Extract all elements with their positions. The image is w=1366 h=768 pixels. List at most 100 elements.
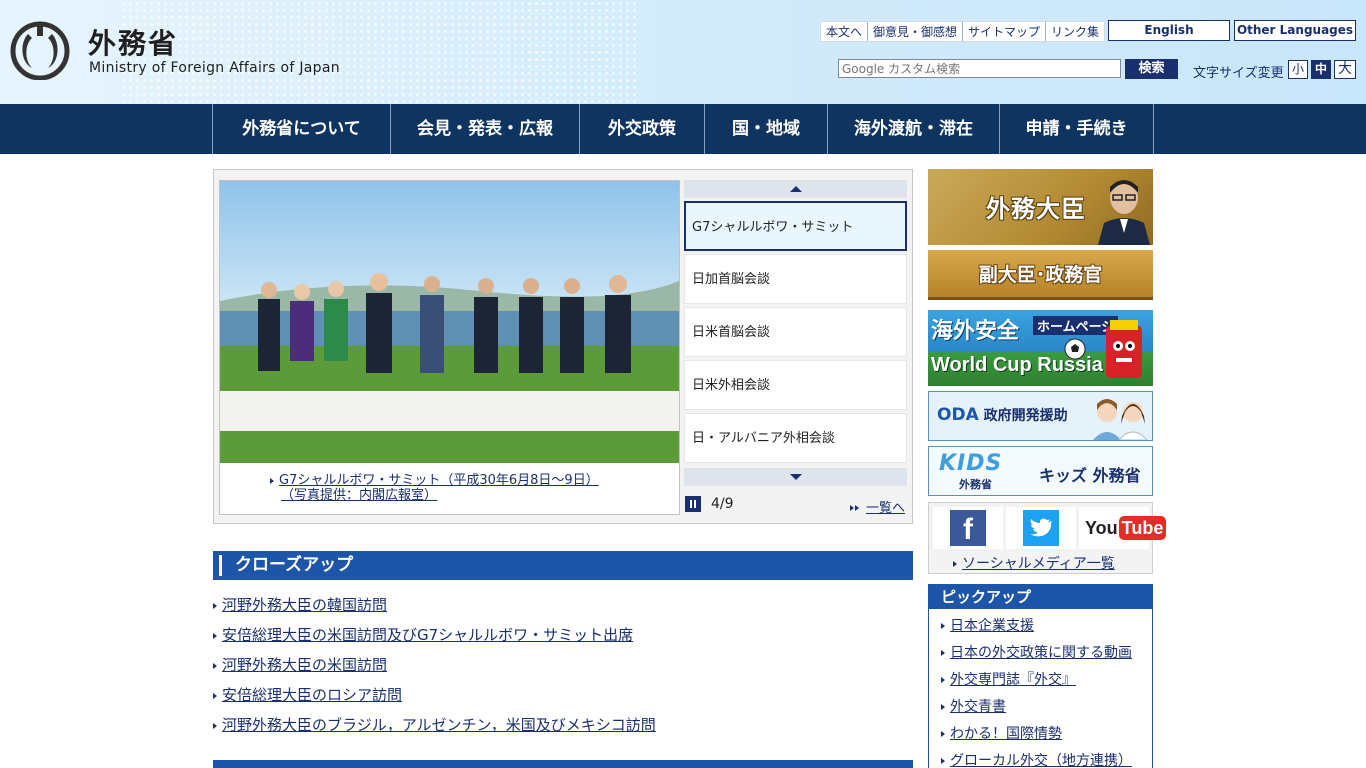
closeup-link[interactable]: 河野外務大臣の韓国訪問 [222, 596, 387, 614]
safety-banner-title: 海外安全 [931, 319, 1020, 344]
pickup-link[interactable]: 日本の外交政策に関する動画 [950, 645, 1132, 661]
nav-item-region[interactable]: 国・地域 [705, 104, 828, 154]
carousel-down-arrow-icon[interactable] [684, 468, 907, 486]
global-nav-items: 外務省について 会見・発表・広報 外交政策 国・地域 海外渡航・滞在 申請・手続… [212, 104, 1154, 154]
font-size-medium-button[interactable]: 中 [1311, 60, 1331, 79]
font-size-large-button[interactable]: 大 [1334, 60, 1356, 79]
facebook-link[interactable]: f [933, 507, 1003, 549]
pickup-link[interactable]: 外交専門誌『外交』 [950, 672, 1076, 688]
world-map-decoration [120, 0, 640, 104]
carousel-counter: 4/9 [711, 496, 734, 512]
logo-title[interactable]: 外務省 [88, 22, 178, 62]
bullet-arrow-icon [941, 650, 945, 656]
closeup-link[interactable]: 河野外務大臣のブラジル，アルゼンチン，米国及びメキシコ訪問 [222, 716, 656, 734]
feedback-link[interactable]: 御意見・御感想 [868, 22, 964, 41]
logo-subtitle[interactable]: Ministry of Foreign Affairs of Japan [89, 60, 340, 76]
mofa-emblem-icon[interactable] [10, 20, 70, 80]
carousel-item[interactable]: 日・アルバニア外相会談 [684, 413, 907, 463]
pickup-link[interactable]: わかる！国際情勢 [950, 726, 1062, 742]
social-media-box: f You Tube ソーシャルメディア一覧 [928, 502, 1167, 574]
photo-caption-title[interactable]: G7シャルルボワ・サミット（平成30年6月8日～9日） [279, 473, 599, 488]
twitter-icon [1023, 510, 1059, 546]
carousel-item[interactable]: G7シャルルボワ・サミット [684, 201, 907, 251]
list-item[interactable]: 日本企業支援 [941, 617, 1152, 644]
carousel-photo-panel: G7シャルルボワ・サミット（平成30年6月8日～9日） （写真提供：内閣広報室） [219, 180, 680, 515]
closeup-heading: クローズアップ [213, 551, 913, 580]
pickup-link[interactable]: 外交青書 [950, 699, 1006, 715]
nav-item-application[interactable]: 申請・手続き [1000, 104, 1154, 154]
minister-banner[interactable]: 外務大臣 [928, 169, 1153, 245]
nav-item-about[interactable]: 外務省について [213, 104, 391, 154]
sitemap-link[interactable]: サイトマップ [963, 22, 1047, 41]
other-languages-button[interactable]: Other Languages [1234, 20, 1356, 41]
search-input[interactable] [838, 59, 1121, 78]
bullet-arrow-icon [941, 704, 945, 710]
g7-summit-photo[interactable] [220, 181, 679, 463]
news-carousel: G7シャルルボワ・サミット（平成30年6月8日～9日） （写真提供：内閣広報室）… [213, 169, 913, 524]
nav-item-travel[interactable]: 海外渡航・滞在 [828, 104, 1000, 154]
bullet-arrow-icon [213, 662, 217, 669]
carousel-list-link[interactable]: 一覧へ [849, 497, 905, 516]
list-item[interactable]: 河野外務大臣の韓国訪問 [213, 594, 913, 624]
list-item[interactable]: わかる！国際情勢 [941, 725, 1152, 752]
twitter-link[interactable] [1006, 507, 1076, 549]
youtube-link[interactable]: You Tube [1079, 507, 1167, 549]
skip-to-content-link[interactable]: 本文へ [821, 22, 869, 41]
list-item[interactable]: 河野外務大臣の米国訪問 [213, 654, 913, 684]
minister-portrait-icon [1098, 180, 1150, 245]
utility-links: 本文へ 御意見・御感想 サイトマップ リンク集 [820, 21, 1106, 42]
carousel-list-link-label[interactable]: 一覧へ [866, 501, 905, 516]
next-section-heading [213, 760, 913, 768]
mascot-icon [1106, 320, 1142, 378]
carousel-up-arrow-icon[interactable] [684, 180, 907, 198]
nav-item-press[interactable]: 会見・発表・広報 [391, 104, 580, 154]
oda-banner-label: 政府開発援助 [983, 408, 1068, 424]
pause-icon[interactable] [685, 496, 701, 512]
kids-logo-sub: 外務省 [959, 478, 992, 491]
list-item[interactable]: 外交専門誌『外交』 [941, 671, 1152, 698]
font-size-small-button[interactable]: 小 [1288, 60, 1308, 79]
photo-caption-credit[interactable]: （写真提供：内閣広報室） [270, 488, 670, 503]
english-button[interactable]: English [1108, 20, 1230, 41]
social-media-list-label[interactable]: ソーシャルメディア一覧 [962, 556, 1115, 572]
facebook-icon: f [950, 510, 986, 546]
bullet-arrow-icon [213, 632, 217, 639]
links-link[interactable]: リンク集 [1046, 22, 1104, 41]
font-size-label: 文字サイズ変更 [1193, 66, 1284, 81]
search-button[interactable]: 検索 [1125, 59, 1178, 79]
oda-banner-text: ODA 政府開発援助 [937, 405, 1068, 425]
bullet-arrow-icon [941, 758, 945, 764]
pickup-link[interactable]: グローカル外交（地方連携） [950, 753, 1132, 768]
pickup-link[interactable]: 日本企業支援 [950, 618, 1034, 634]
carousel-item[interactable]: 日米外相会談 [684, 360, 907, 410]
closeup-link[interactable]: 河野外務大臣の米国訪問 [222, 656, 387, 674]
vice-minister-banner[interactable]: 副大臣･政務官 [928, 250, 1153, 300]
list-item[interactable]: 日本の外交政策に関する動画 [941, 644, 1152, 671]
bullet-arrow-icon [941, 731, 945, 737]
list-item[interactable]: 外交青書 [941, 698, 1152, 725]
kids-banner[interactable]: KIDS 外務省 キッズ 外務省 [928, 446, 1153, 496]
bullet-arrow-icon [213, 602, 217, 609]
kids-banner-label: キッズ 外務省 [1039, 466, 1141, 485]
list-item[interactable]: 河野外務大臣のブラジル，アルゼンチン，米国及びメキシコ訪問 [213, 714, 913, 744]
carousel-item[interactable]: 日加首脳会談 [684, 254, 907, 304]
pickup-heading: ピックアップ [929, 585, 1152, 609]
list-item[interactable]: 安倍総理大臣の米国訪問及びG7シャルルボワ・サミット出席 [213, 624, 913, 654]
photo-caption[interactable]: G7シャルルボワ・サミット（平成30年6月8日～9日） （写真提供：内閣広報室） [270, 473, 670, 503]
oda-banner[interactable]: ODA 政府開発援助 [928, 391, 1153, 441]
youtube-icon: You Tube [1085, 513, 1167, 543]
closeup-link[interactable]: 安倍総理大臣の米国訪問及びG7シャルルボワ・サミット出席 [222, 626, 633, 644]
social-media-list-link[interactable]: ソーシャルメディア一覧 [953, 553, 1115, 573]
kids-logo: KIDS [939, 451, 1003, 476]
list-item[interactable]: グローカル外交（地方連携） [941, 752, 1152, 768]
nav-item-policy[interactable]: 外交政策 [580, 104, 705, 154]
list-item[interactable]: 安倍総理大臣のロシア訪問 [213, 684, 913, 714]
closeup-link[interactable]: 安倍総理大臣のロシア訪問 [222, 686, 402, 704]
oda-characters-icon [1093, 399, 1148, 440]
bullet-arrow-icon [941, 677, 945, 683]
global-nav: 外務省について 会見・発表・広報 外交政策 国・地域 海外渡航・滞在 申請・手続… [0, 104, 1366, 154]
bullet-arrow-icon [941, 623, 945, 629]
carousel-item[interactable]: 日米首脳会談 [684, 307, 907, 357]
site-header: 外務省 Ministry of Foreign Affairs of Japan… [0, 0, 1366, 104]
overseas-safety-banner[interactable]: 海外安全 ホームページ World Cup Russia [928, 310, 1153, 386]
